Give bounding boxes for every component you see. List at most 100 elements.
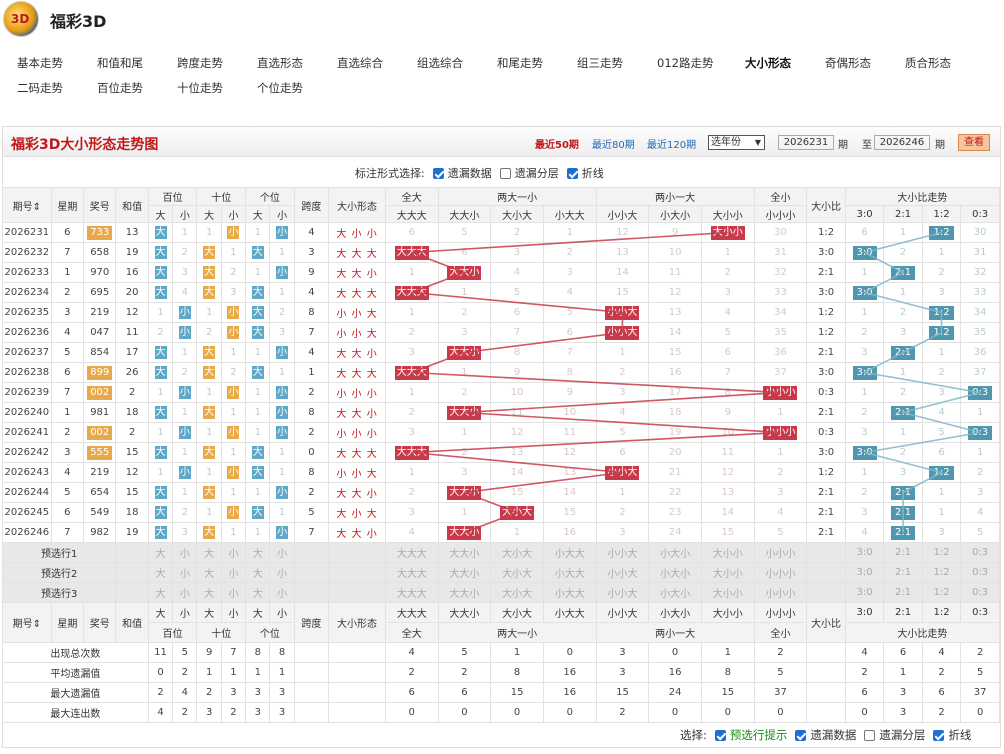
cell: 大 [196, 562, 222, 583]
digit-bo: 1 [245, 522, 271, 543]
award-cell: 658 [83, 242, 117, 263]
polyline-checkbox[interactable] [566, 167, 578, 179]
cell: 大小大 [490, 542, 544, 563]
footer-header-row: 期号⇕ 星期 奖号 和值大小大小大小跨度 大小形态 大大大 大大小 大小大 小大大 小小大 小大小大… [2, 602, 1000, 643]
digit-bo: 1 [245, 342, 271, 363]
cell: 1 [196, 662, 222, 683]
nav-item-1[interactable]: 和值和尾 [97, 55, 143, 71]
nav-item-10[interactable]: 奇偶形态 [825, 55, 871, 71]
bigsmall-mark: 小 [276, 526, 289, 539]
shape-miss-cell: 1 [384, 382, 439, 403]
recent-120-link[interactable]: 最近120期 [647, 136, 696, 151]
nav-item-5[interactable]: 组选综合 [417, 55, 463, 71]
to-period-input[interactable]: 2026246 [874, 135, 930, 150]
query-button[interactable]: 查看 [958, 134, 990, 151]
ratio-cell: 0:3 [806, 382, 846, 403]
predict-row[interactable]: 预选行1 大小大小大小大大大 大大小 大小大 小大大 小小大 小大小 大小小 小小小 3:0 2:1… [1, 542, 1000, 563]
missing-layer-checkbox[interactable] [499, 167, 511, 179]
nav-item-12[interactable]: 二码走势 [17, 80, 63, 96]
predict-hint-checkbox[interactable] [714, 729, 726, 741]
ratio-hit-mark: 2:1 [890, 405, 916, 420]
shape-miss-cell: 14 [700, 502, 755, 523]
bigsmall-mark: 大 [203, 286, 216, 299]
cell: 小小小 [753, 542, 808, 563]
year-select[interactable]: 选年份 [708, 135, 765, 150]
sum-cell: 12 [115, 302, 149, 323]
ratio-trend-cell: 33 [960, 282, 1000, 303]
award-pair-mark: 733 [87, 225, 113, 240]
cell: 1 [245, 662, 271, 683]
shape-miss-cell: 24 [648, 522, 702, 543]
bigsmall-mark: 大 [251, 366, 264, 379]
recent-50-link[interactable]: 最近50期 [535, 136, 579, 151]
ratio-trend-cell: 4 [844, 522, 885, 543]
shape-hit-mark: 大大小 [447, 345, 482, 360]
ratio-trend-cell: 2 [844, 482, 885, 503]
stats-row: 最大遗漏值 2 4 2 3 3 3 6 6 15 16 15 24 15 37 6 3 6 37 [2, 682, 1000, 703]
ratio-trend-cell: 3 [844, 502, 885, 523]
from-period-input[interactable]: 2026231 [778, 135, 834, 150]
period-cell: 2026241 [2, 422, 52, 443]
sum-cell: 20 [115, 282, 149, 303]
ratio-trend-cell: 35 [960, 322, 1000, 343]
week-cell: 1 [50, 402, 85, 423]
cell: 大大小 [437, 582, 492, 603]
span-cell: 9 [293, 262, 330, 283]
ratio-trend-cell: 1 [883, 362, 923, 383]
nav-item-6[interactable]: 和尾走势 [497, 55, 543, 71]
cell: 小大大 [542, 562, 597, 583]
nav-item-11[interactable]: 质合形态 [905, 55, 951, 71]
nav-item-13[interactable]: 百位走势 [97, 80, 143, 96]
nav-item-4[interactable]: 直选综合 [337, 55, 383, 71]
shape-miss-cell: 大大小 [437, 402, 492, 423]
shape-miss-cell: 30 [753, 222, 808, 243]
cell: 大小小 [700, 602, 755, 623]
cell: 37 [753, 682, 808, 703]
cell: 0 [753, 702, 808, 723]
digit-bt: 大 [196, 522, 222, 543]
nav-item-2[interactable]: 跨度走势 [177, 55, 223, 71]
missing-data-checkbox[interactable] [432, 167, 444, 179]
panel-title: 福彩3D大小形态走势图 [11, 137, 159, 153]
shape-hit-mark: 大大大 [394, 285, 429, 300]
cell: 个位 [245, 622, 295, 643]
award-cell: 981 [83, 402, 117, 423]
shape-miss-cell: 12 [700, 462, 755, 483]
shape-miss-cell: 2 [700, 262, 755, 283]
shape-miss-cell: 5 [595, 422, 650, 443]
cell: 小小小 [753, 205, 808, 223]
nav-item-8[interactable]: 012路走势 [657, 55, 713, 71]
cell [328, 642, 386, 663]
award-cell: 549 [83, 502, 117, 523]
digit-bt: 3 [220, 282, 247, 303]
nav-item-9[interactable]: 大小形态 [745, 55, 791, 71]
predict-row[interactable]: 预选行2 大小大小大小大大大 大大小 大小大 小大大 小小大 小大小 大小小 小小小 3:0 2:1… [1, 562, 1000, 583]
nav-item-14[interactable]: 十位走势 [177, 80, 223, 96]
digit-bt: 1 [196, 502, 222, 523]
digit-bt: 2 [220, 362, 247, 383]
nav-item-0[interactable]: 基本走势 [17, 55, 63, 71]
ratio-trend-cell: 2 [921, 362, 962, 383]
nav-item-7[interactable]: 组三走势 [577, 55, 623, 71]
award-pair-mark: 002 [87, 385, 113, 400]
polyline-label: 折线 [581, 167, 604, 180]
header: 3D 福彩3D 基本走势 和值和尾 跨度走势 直选形态 直选综合 组选综合 和尾走势 组三走势… [0, 0, 1004, 120]
ratio-trend-cell: 1 [960, 442, 1000, 463]
ratio-hit-mark: 3:0 [852, 285, 877, 300]
cell: 大小形态 [328, 602, 386, 643]
nav-item-15[interactable]: 个位走势 [257, 80, 303, 96]
shape-miss-cell: 1 [437, 502, 492, 523]
sum-cell: 18 [115, 402, 149, 423]
cell: 小 [220, 602, 247, 623]
bottom-missing-layer-checkbox[interactable] [864, 729, 876, 741]
recent-80-link[interactable]: 最近80期 [592, 136, 635, 151]
bottom-polyline-checkbox[interactable] [933, 729, 945, 741]
cell [328, 702, 386, 723]
digit-bo: 1 [269, 502, 295, 523]
shape-miss-cell: 4 [753, 502, 808, 523]
shape-cell: 小 小 大 [328, 462, 386, 483]
bottom-missing-data-checkbox[interactable] [795, 729, 807, 741]
nav-item-3[interactable]: 直选形态 [257, 55, 303, 71]
predict-row[interactable]: 预选行3 大小大小大小大大大 大大小 大小大 小大大 小小大 小大小 大小小 小小小 3:0 2:1… [1, 582, 1000, 603]
fucai-logo[interactable]: 3D [3, 1, 39, 37]
